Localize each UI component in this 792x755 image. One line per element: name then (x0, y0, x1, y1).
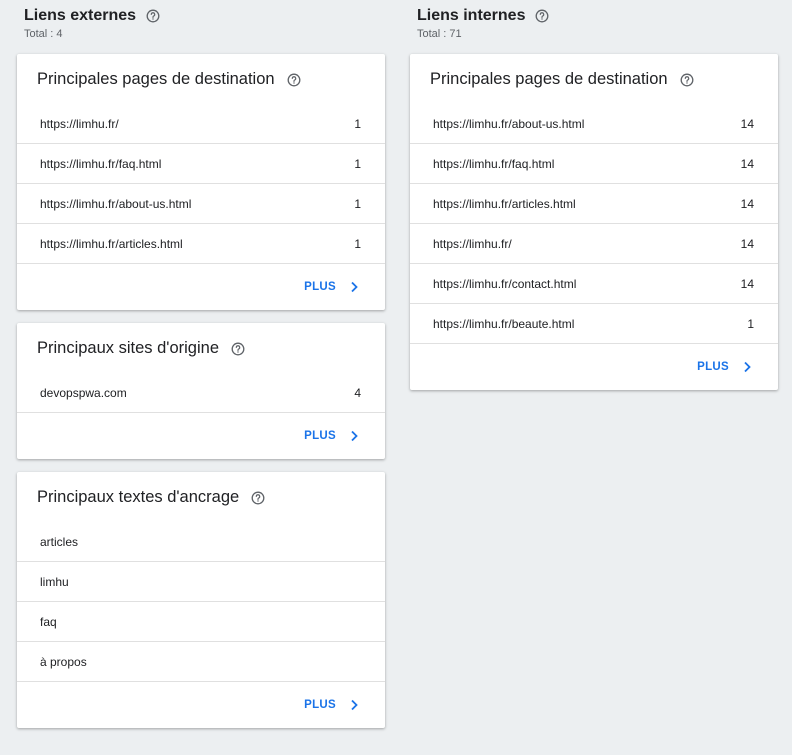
list-item-label: faq (40, 614, 57, 629)
list-item-label: https://limhu.fr/beaute.html (433, 316, 575, 331)
list-item-label: https://limhu.fr/faq.html (40, 156, 162, 171)
more-button[interactable]: PLUS (697, 361, 752, 373)
list-item-count: 1 (747, 316, 754, 331)
list-item-count: 14 (740, 116, 754, 131)
list-item-label: limhu (40, 574, 69, 589)
list-item[interactable]: https://limhu.fr/about-us.html 14 (410, 104, 778, 144)
internal-links-title: Liens internes (417, 7, 526, 24)
list-item[interactable]: limhu (17, 562, 385, 602)
list-item-count: 1 (354, 196, 361, 211)
list-item[interactable]: devopspwa.com 4 (17, 373, 385, 413)
list-item-label: https://limhu.fr/articles.html (433, 196, 576, 211)
help-icon[interactable] (680, 73, 694, 87)
list-item[interactable]: https://limhu.fr/contact.html 14 (410, 264, 778, 304)
list-item-count: 1 (354, 116, 361, 131)
internal-links-column: Liens internes Total : 71 Principales pa… (410, 0, 778, 403)
external-links-header: Liens externes Total : 4 (17, 0, 385, 54)
external-links-column: Liens externes Total : 4 Principales pag… (17, 0, 385, 741)
list-item-label: https://limhu.fr/articles.html (40, 236, 183, 251)
list-item-count: 14 (740, 276, 754, 291)
more-button[interactable]: PLUS (304, 281, 359, 293)
help-icon[interactable] (287, 73, 301, 87)
chevron-right-icon (742, 361, 752, 373)
list-item-label: https://limhu.fr/ (433, 236, 512, 251)
list-item[interactable]: https://limhu.fr/ 14 (410, 224, 778, 264)
internal-links-header: Liens internes Total : 71 (410, 0, 778, 54)
list-item[interactable]: https://limhu.fr/about-us.html 1 (17, 184, 385, 224)
help-icon[interactable] (231, 342, 245, 356)
list-item-label: https://limhu.fr/about-us.html (40, 196, 192, 211)
more-button[interactable]: PLUS (304, 430, 359, 442)
external-top-sites-card: Principaux sites d'origine devopspwa.com… (17, 323, 385, 459)
card-title: Principales pages de destination (37, 70, 275, 88)
external-top-anchors-card: Principaux textes d'ancrage articles lim… (17, 472, 385, 728)
chevron-right-icon (349, 281, 359, 293)
internal-links-total: Total : 71 (417, 28, 462, 40)
list-item-label: https://limhu.fr/faq.html (433, 156, 555, 171)
list-item-label: https://limhu.fr/contact.html (433, 276, 577, 291)
more-button-label: PLUS (304, 281, 336, 293)
external-links-title: Liens externes (24, 7, 137, 24)
list-item-label: articles (40, 534, 79, 549)
chevron-right-icon (349, 430, 359, 442)
list-item-label: à propos (40, 654, 87, 669)
card-title: Principaux sites d'origine (37, 339, 219, 357)
more-button-label: PLUS (304, 699, 336, 711)
more-button-label: PLUS (304, 430, 336, 442)
list-item[interactable]: https://limhu.fr/articles.html 14 (410, 184, 778, 224)
chevron-right-icon (349, 699, 359, 711)
list-item[interactable]: https://limhu.fr/ 1 (17, 104, 385, 144)
more-button-label: PLUS (697, 361, 729, 373)
list-item-count: 14 (740, 156, 754, 171)
list-item[interactable]: https://limhu.fr/articles.html 1 (17, 224, 385, 264)
list-item-count: 1 (354, 156, 361, 171)
help-icon[interactable] (146, 9, 160, 23)
list-item[interactable]: faq (17, 602, 385, 642)
help-icon[interactable] (251, 491, 265, 505)
card-title: Principaux textes d'ancrage (37, 488, 240, 506)
list-item-count: 4 (354, 385, 361, 400)
list-item-count: 1 (354, 236, 361, 251)
more-button[interactable]: PLUS (304, 699, 359, 711)
list-item-label: https://limhu.fr/about-us.html (433, 116, 585, 131)
internal-top-pages-card: Principales pages de destination https:/… (410, 54, 778, 390)
list-item-count: 14 (740, 196, 754, 211)
list-item[interactable]: articles (17, 522, 385, 562)
external-top-pages-card: Principales pages de destination https:/… (17, 54, 385, 310)
list-item[interactable]: https://limhu.fr/faq.html 1 (17, 144, 385, 184)
list-item[interactable]: https://limhu.fr/beaute.html 1 (410, 304, 778, 344)
list-item[interactable]: à propos (17, 642, 385, 682)
list-item[interactable]: https://limhu.fr/faq.html 14 (410, 144, 778, 184)
external-links-total: Total : 4 (24, 28, 63, 40)
help-icon[interactable] (535, 9, 549, 23)
list-item-label: devopspwa.com (40, 385, 127, 400)
list-item-label: https://limhu.fr/ (40, 116, 119, 131)
list-item-count: 14 (740, 236, 754, 251)
card-title: Principales pages de destination (430, 70, 668, 88)
